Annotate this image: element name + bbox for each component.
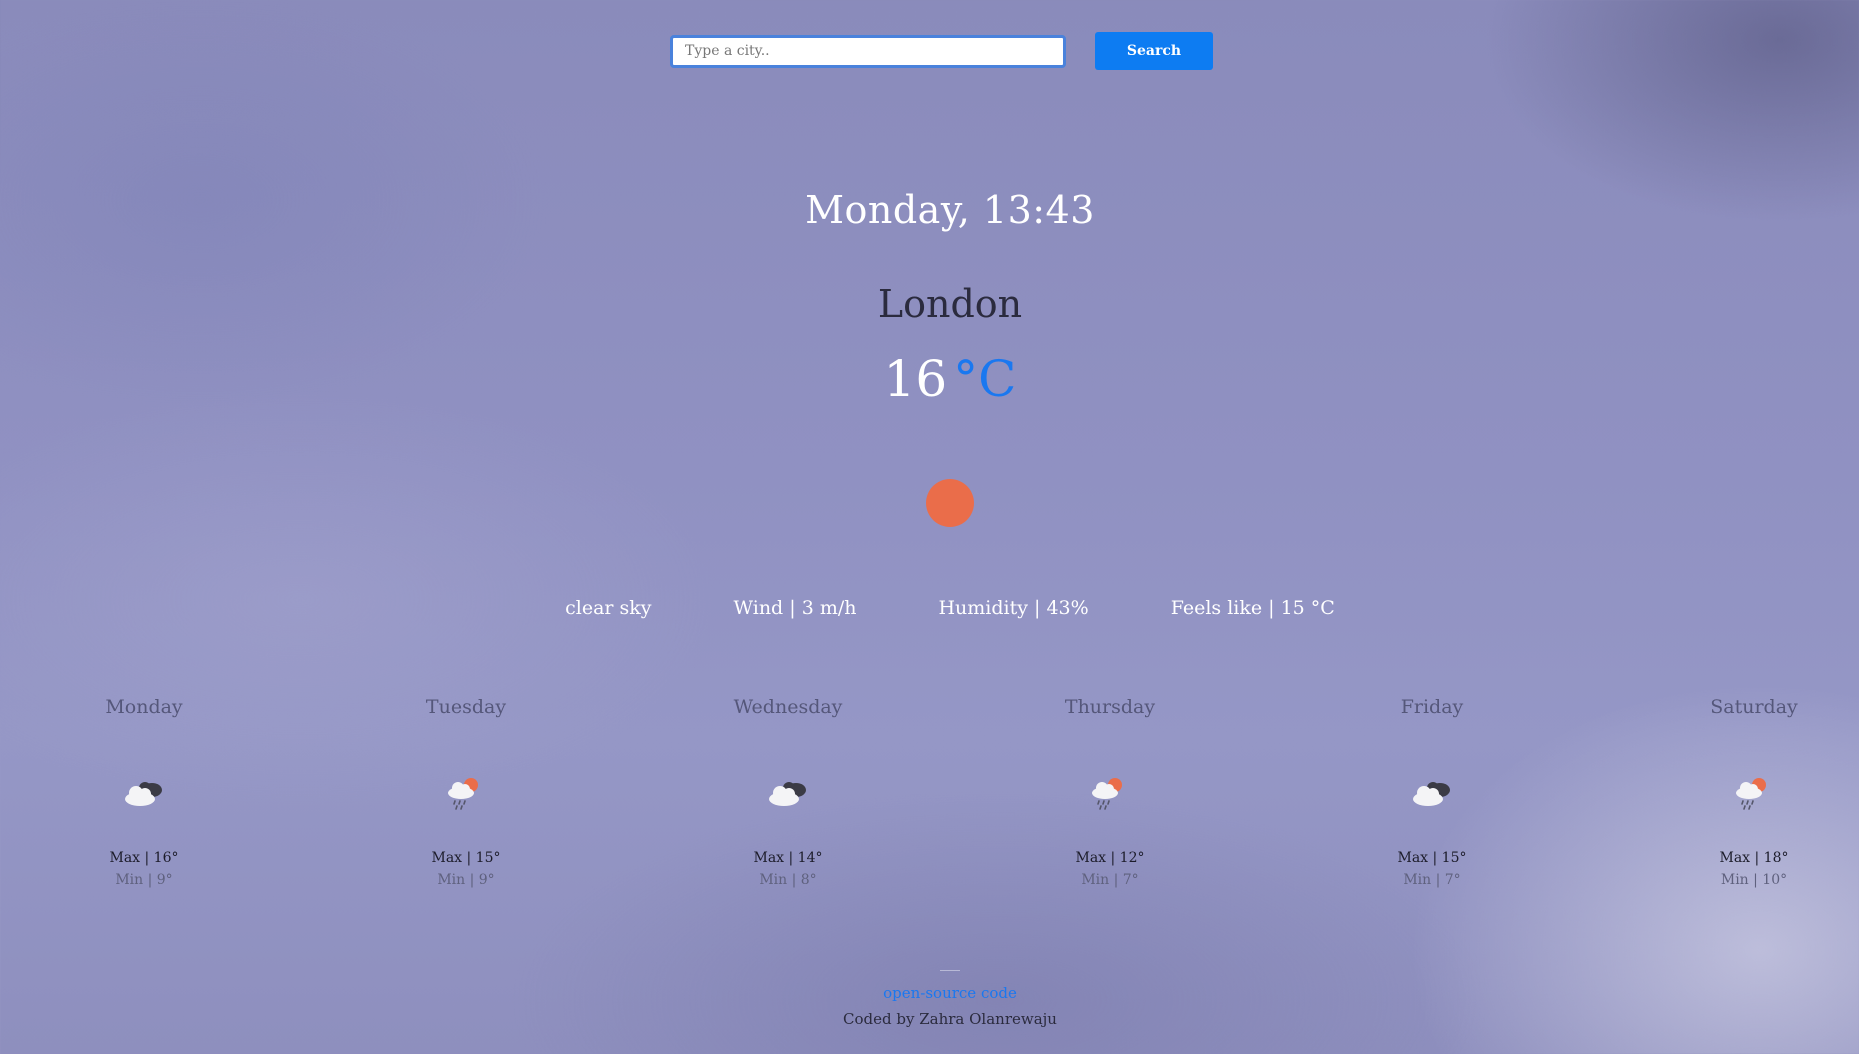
forecast-day: Thursday Max | 12° Min | 7°: [1010, 696, 1210, 888]
forecast-min: Min | 8°: [759, 872, 817, 888]
open-source-code-link[interactable]: open-source code: [883, 984, 1017, 1002]
forecast-day-name: Wednesday: [733, 696, 843, 718]
forecast-day: Saturday Max | 18° Min | 10°: [1654, 696, 1854, 888]
forecast-max: Max | 16°: [109, 850, 179, 866]
forecast-day: Monday Max | 16° Min | 9°: [44, 696, 244, 888]
forecast-day-name: Monday: [105, 696, 183, 718]
forecast-min: Min | 7°: [1081, 872, 1139, 888]
search-bar: Search: [670, 32, 1213, 70]
forecast-day: Wednesday Max | 14° Min | 8°: [688, 696, 888, 888]
footer: open-source code Coded by Zahra Olanrewa…: [0, 970, 1859, 1028]
humidity: Humidity | 43%: [938, 597, 1089, 619]
temperature-value: 16: [883, 350, 948, 408]
forecast-max: Max | 18°: [1719, 850, 1789, 866]
forecast-max: Max | 15°: [431, 850, 501, 866]
forecast-min: Min | 9°: [437, 872, 495, 888]
broken-clouds-icon: [688, 778, 888, 812]
footer-divider: [940, 970, 960, 971]
forecast-day-name: Friday: [1400, 696, 1464, 718]
sun-icon: [926, 479, 974, 527]
rain-sun-icon: [1654, 778, 1854, 812]
city-search-input[interactable]: [670, 34, 1066, 68]
forecast-day: Friday Max | 15° Min | 7°: [1332, 696, 1532, 888]
current-temperature: 16 °C: [0, 350, 1859, 408]
rain-sun-icon: [1010, 778, 1210, 812]
forecast-max: Max | 12°: [1075, 850, 1145, 866]
forecast-max: Max | 15°: [1397, 850, 1467, 866]
weather-description: clear sky: [565, 597, 652, 619]
forecast-day-name: Saturday: [1710, 696, 1798, 718]
forecast-min: Min | 10°: [1720, 872, 1788, 888]
forecast-day-name: Tuesday: [425, 696, 507, 718]
forecast-min: Min | 9°: [115, 872, 173, 888]
city-name: London: [877, 282, 1023, 326]
rain-sun-icon: [366, 778, 566, 812]
wind-speed: Wind | 3 m/h: [733, 597, 857, 619]
current-datetime: Monday, 13:43: [805, 188, 1095, 232]
search-button[interactable]: Search: [1095, 32, 1213, 70]
broken-clouds-icon: [1332, 778, 1532, 812]
broken-clouds-icon: [44, 778, 244, 812]
author-credit: Coded by Zahra Olanrewaju: [843, 1010, 1057, 1028]
temperature-unit[interactable]: °C: [953, 350, 1016, 408]
forecast-day-name: Thursday: [1064, 696, 1156, 718]
forecast-max: Max | 14°: [753, 850, 823, 866]
weather-details: clear sky Wind | 3 m/h Humidity | 43% Fe…: [0, 597, 1859, 619]
feels-like: Feels like | 15 °C: [1170, 597, 1335, 619]
forecast-day: Tuesday Max | 15° Min | 9°: [366, 696, 566, 888]
forecast-min: Min | 7°: [1403, 872, 1461, 888]
